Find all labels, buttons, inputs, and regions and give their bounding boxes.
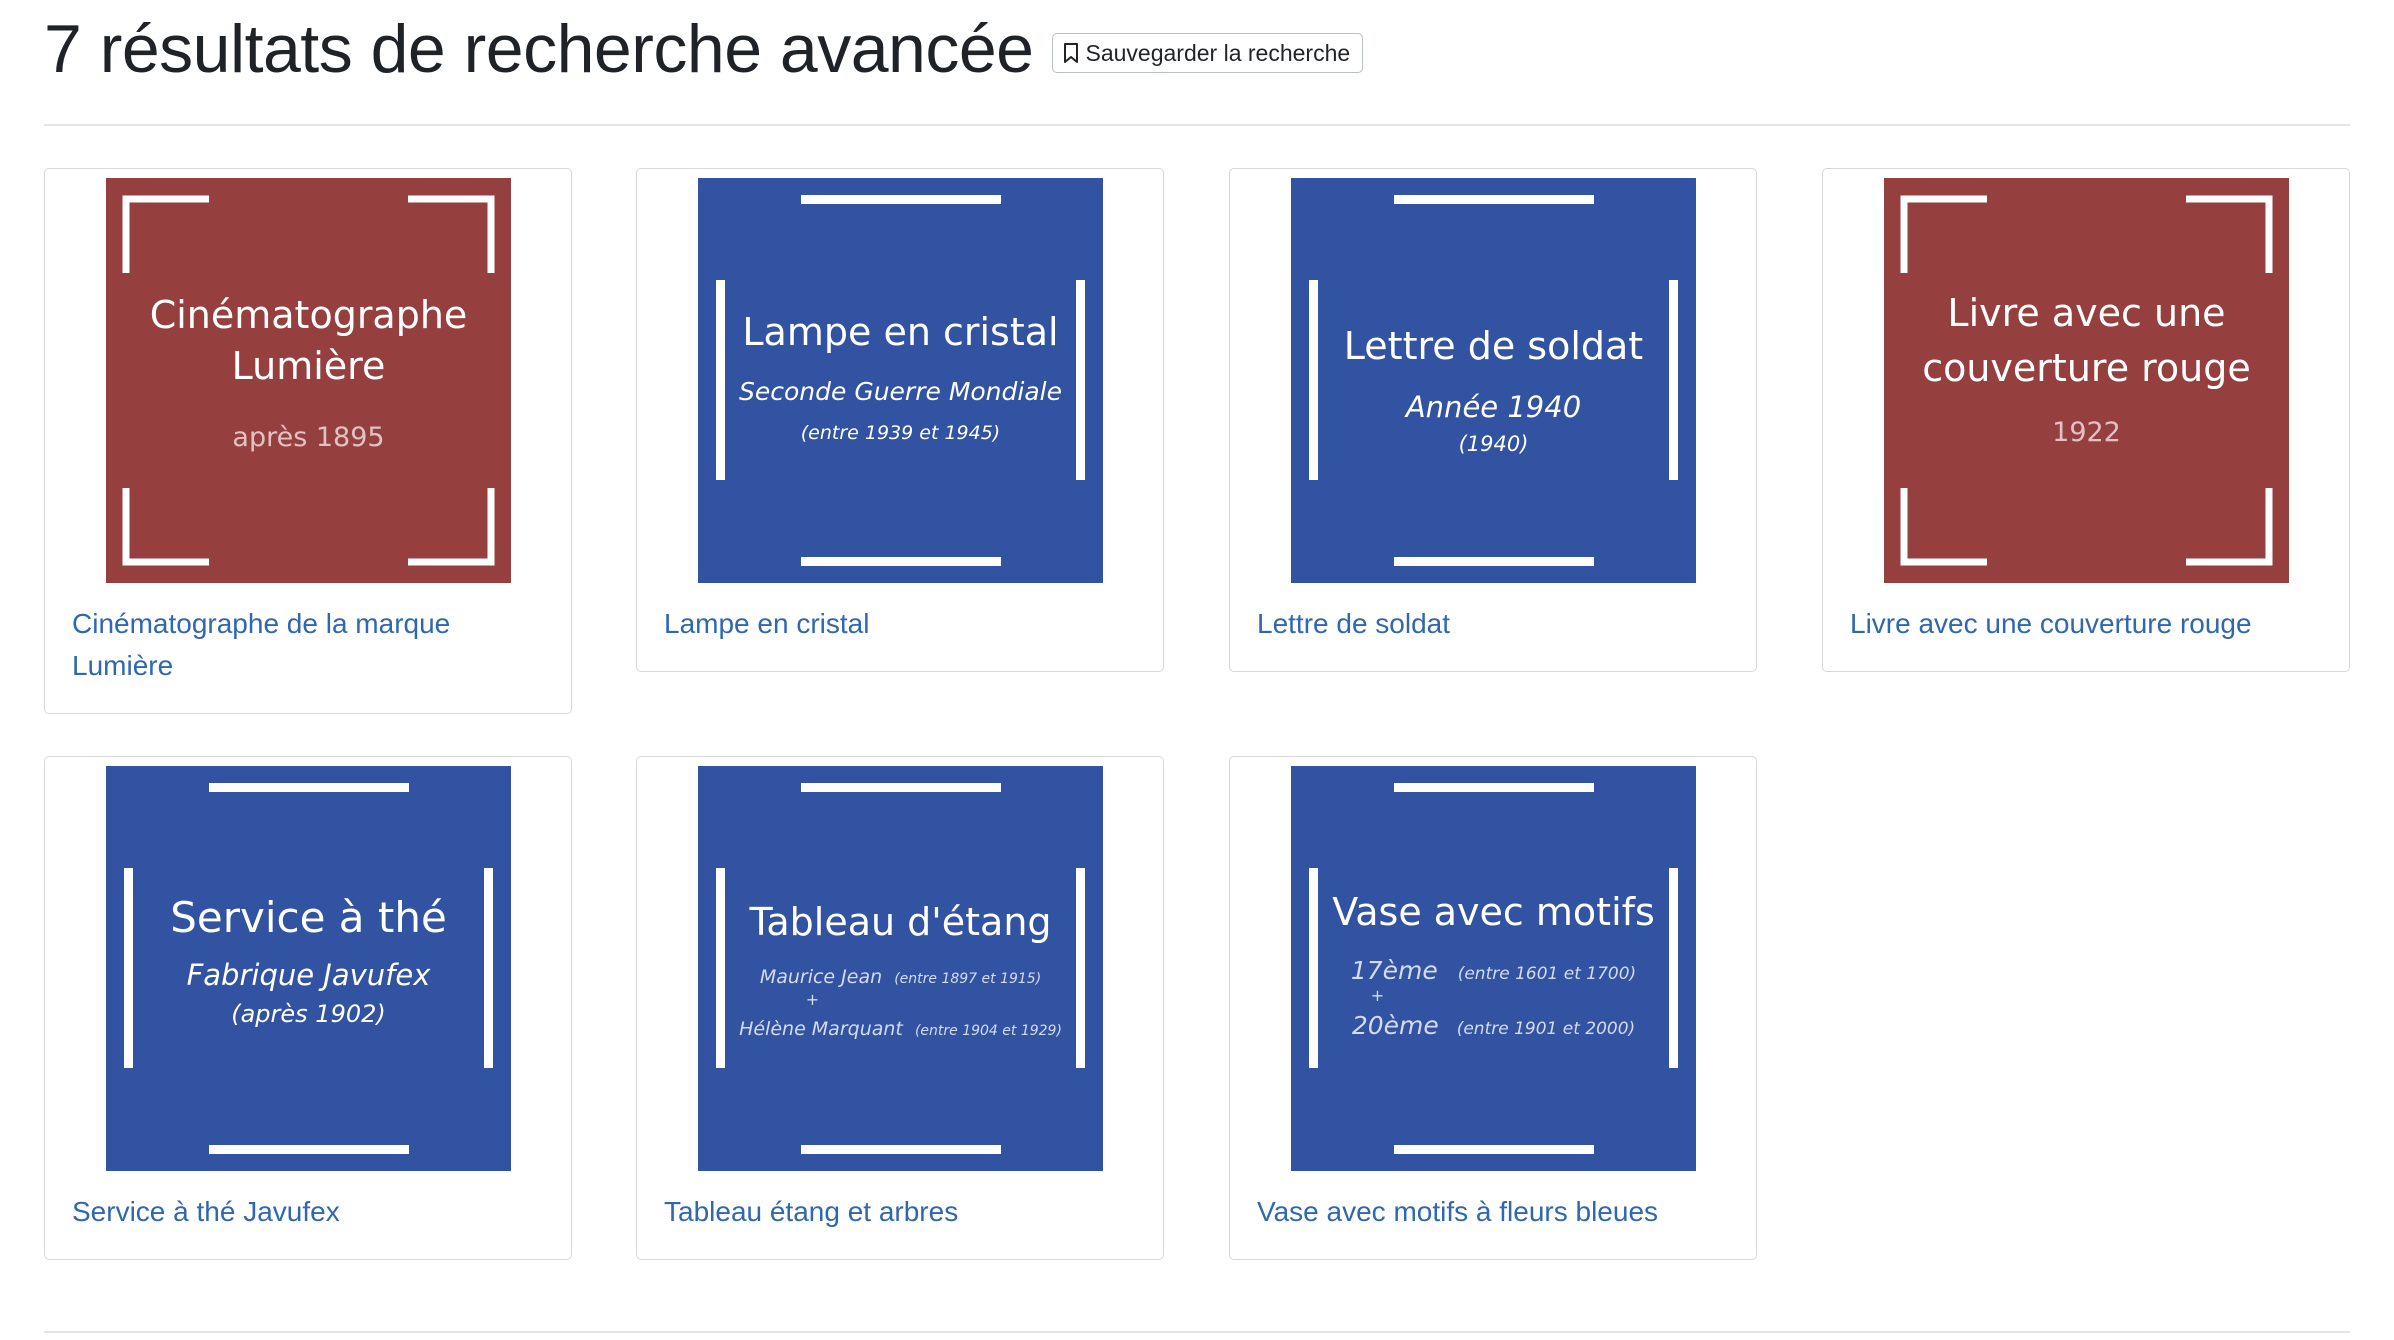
thumb-period-2-dates: (entre 1901 et 2000)	[1456, 1019, 1636, 1039]
thumb-plus: +	[805, 990, 820, 1009]
result-card[interactable]: Livre avec une couverture rouge 1922 Liv…	[1822, 168, 2350, 672]
thumb-date: après 1895	[232, 422, 385, 453]
result-thumbnail[interactable]: Service à thé Fabrique Javufex (après 19…	[106, 766, 511, 1171]
result-card[interactable]: Lampe en cristal Seconde Guerre Mondiale…	[636, 168, 1164, 672]
thumb-date: (entre 1939 et 1945)	[800, 422, 1001, 444]
result-title-link[interactable]: Tableau étang et arbres	[664, 1191, 1143, 1233]
result-title-link[interactable]: Livre avec une couverture rouge	[1850, 603, 2329, 645]
thumb-artist-2-dates: (entre 1904 et 1929)	[914, 1023, 1062, 1039]
save-search-button[interactable]: Sauvegarder la recherche	[1051, 33, 1364, 73]
thumb-title-line1: Livre avec une	[1947, 291, 2226, 335]
thumb-title-line2: couverture rouge	[1922, 346, 2251, 390]
thumb-period-2-label: 20ème	[1351, 1011, 1439, 1040]
thumb-plus: +	[1370, 986, 1385, 1005]
result-thumbnail[interactable]: Livre avec une couverture rouge 1922	[1884, 178, 2289, 583]
thumb-artist-1: Maurice Jean (entre 1897 et 1915)	[698, 966, 1103, 988]
thumb-date: (après 1902)	[231, 1000, 386, 1028]
result-thumbnail[interactable]: Lampe en cristal Seconde Guerre Mondiale…	[698, 178, 1103, 583]
result-title-link[interactable]: Cinématographe de la marque Lumière	[72, 603, 551, 687]
result-title-link[interactable]: Lettre de soldat	[1257, 603, 1736, 645]
result-thumbnail[interactable]: Tableau d'étang Maurice Jean (entre 1897…	[698, 766, 1103, 1171]
results-header: 7 résultats de recherche avancée Sauvega…	[44, 10, 1364, 88]
thumb-title: Lampe en cristal	[742, 310, 1059, 354]
thumb-artist-2-name: Hélène Marquant	[739, 1018, 903, 1040]
divider-top	[44, 124, 2350, 126]
result-title-link[interactable]: Vase avec motifs à fleurs bleues	[1257, 1191, 1736, 1233]
bookmark-icon	[1063, 43, 1078, 63]
frame-bars-decoration	[1309, 195, 1678, 566]
result-thumbnail[interactable]: Cinématographe Lumière après 1895	[106, 178, 511, 583]
save-search-label: Sauvegarder la recherche	[1085, 39, 1351, 66]
thumb-artist-1-dates: (entre 1897 et 1915)	[894, 971, 1042, 987]
result-card[interactable]: Lettre de soldat Année 1940 (1940) Lettr…	[1229, 168, 1757, 672]
result-thumbnail[interactable]: Lettre de soldat Année 1940 (1940)	[1291, 178, 1696, 583]
thumb-title: Vase avec motifs	[1332, 890, 1655, 934]
result-title-link[interactable]: Service à thé Javufex	[72, 1191, 551, 1233]
thumb-subtitle: Seconde Guerre Mondiale	[739, 377, 1062, 406]
result-card[interactable]: Vase avec motifs 17ème (entre 1601 et 17…	[1229, 756, 1757, 1260]
thumb-date: 1922	[2052, 417, 2121, 448]
thumb-artist-1-name: Maurice Jean	[759, 966, 883, 988]
thumb-subtitle: Année 1940	[1405, 390, 1582, 424]
divider-bottom	[44, 1331, 2350, 1333]
thumb-subtitle: Fabrique Javufex	[186, 958, 431, 992]
result-card[interactable]: Cinématographe Lumière après 1895 Cinéma…	[44, 168, 572, 714]
thumb-title-line2: Lumière	[231, 344, 386, 388]
thumb-period-1-dates: (entre 1601 et 1700)	[1457, 964, 1637, 984]
thumb-period-2: 20ème (entre 1901 et 2000)	[1291, 1011, 1696, 1040]
page-title: 7 résultats de recherche avancée	[44, 11, 1034, 87]
thumb-period-1: 17ème (entre 1601 et 1700)	[1291, 956, 1696, 985]
thumb-period-1-label: 17ème	[1350, 956, 1438, 985]
result-card[interactable]: Tableau d'étang Maurice Jean (entre 1897…	[636, 756, 1164, 1260]
thumb-title-line1: Cinématographe	[149, 293, 468, 337]
thumb-title: Service à thé	[170, 893, 447, 942]
thumb-date: (1940)	[1458, 432, 1529, 456]
result-title-link[interactable]: Lampe en cristal	[664, 603, 1143, 645]
thumb-artist-2: Hélène Marquant (entre 1904 et 1929)	[698, 1018, 1103, 1040]
thumb-title: Tableau d'étang	[749, 900, 1052, 944]
result-card[interactable]: Service à thé Fabrique Javufex (après 19…	[44, 756, 572, 1260]
result-thumbnail[interactable]: Vase avec motifs 17ème (entre 1601 et 17…	[1291, 766, 1696, 1171]
thumb-title: Lettre de soldat	[1343, 324, 1644, 368]
